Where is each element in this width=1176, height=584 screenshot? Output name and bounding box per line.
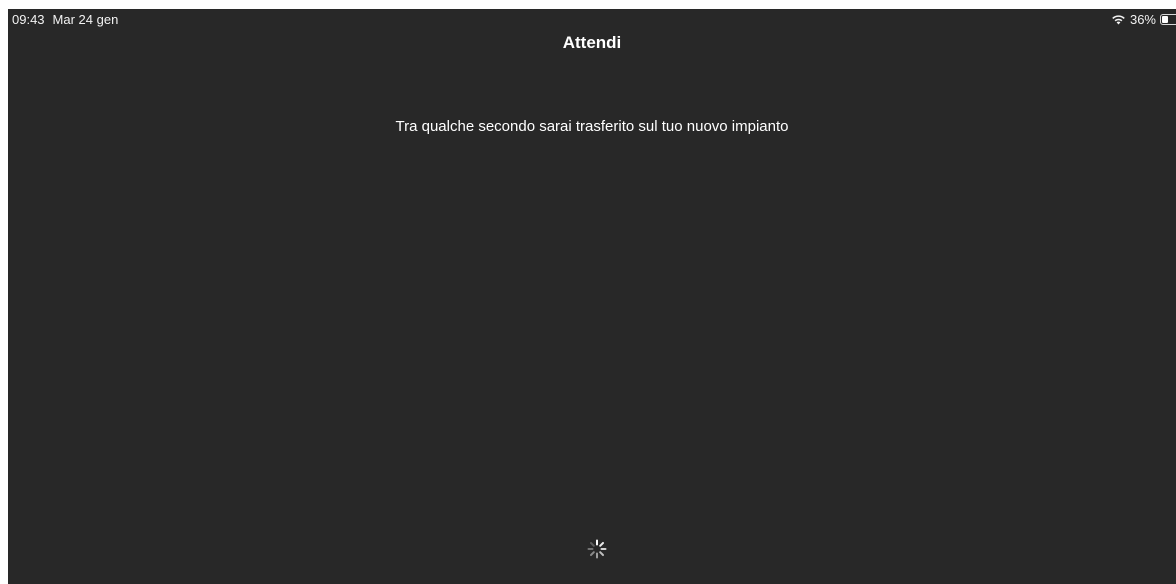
transfer-message: Tra qualche secondo sarai trasferito sul… bbox=[395, 118, 789, 135]
wifi-icon bbox=[1111, 14, 1126, 25]
status-bar: 09:43 Mar 24 gen 36% bbox=[8, 9, 1176, 31]
activity-spinner-icon bbox=[587, 539, 607, 559]
status-left: 09:43 Mar 24 gen bbox=[12, 12, 118, 27]
app-screen: 09:43 Mar 24 gen 36% Attendi Tra qualche … bbox=[8, 9, 1176, 584]
status-time: 09:43 bbox=[12, 12, 45, 27]
battery-icon bbox=[1160, 14, 1176, 25]
battery-percent: 36% bbox=[1129, 12, 1156, 27]
page-title: Attendi bbox=[562, 33, 622, 52]
status-right: 36% bbox=[1111, 12, 1176, 27]
battery-fill bbox=[1162, 16, 1168, 23]
status-date: Mar 24 gen bbox=[52, 12, 119, 27]
